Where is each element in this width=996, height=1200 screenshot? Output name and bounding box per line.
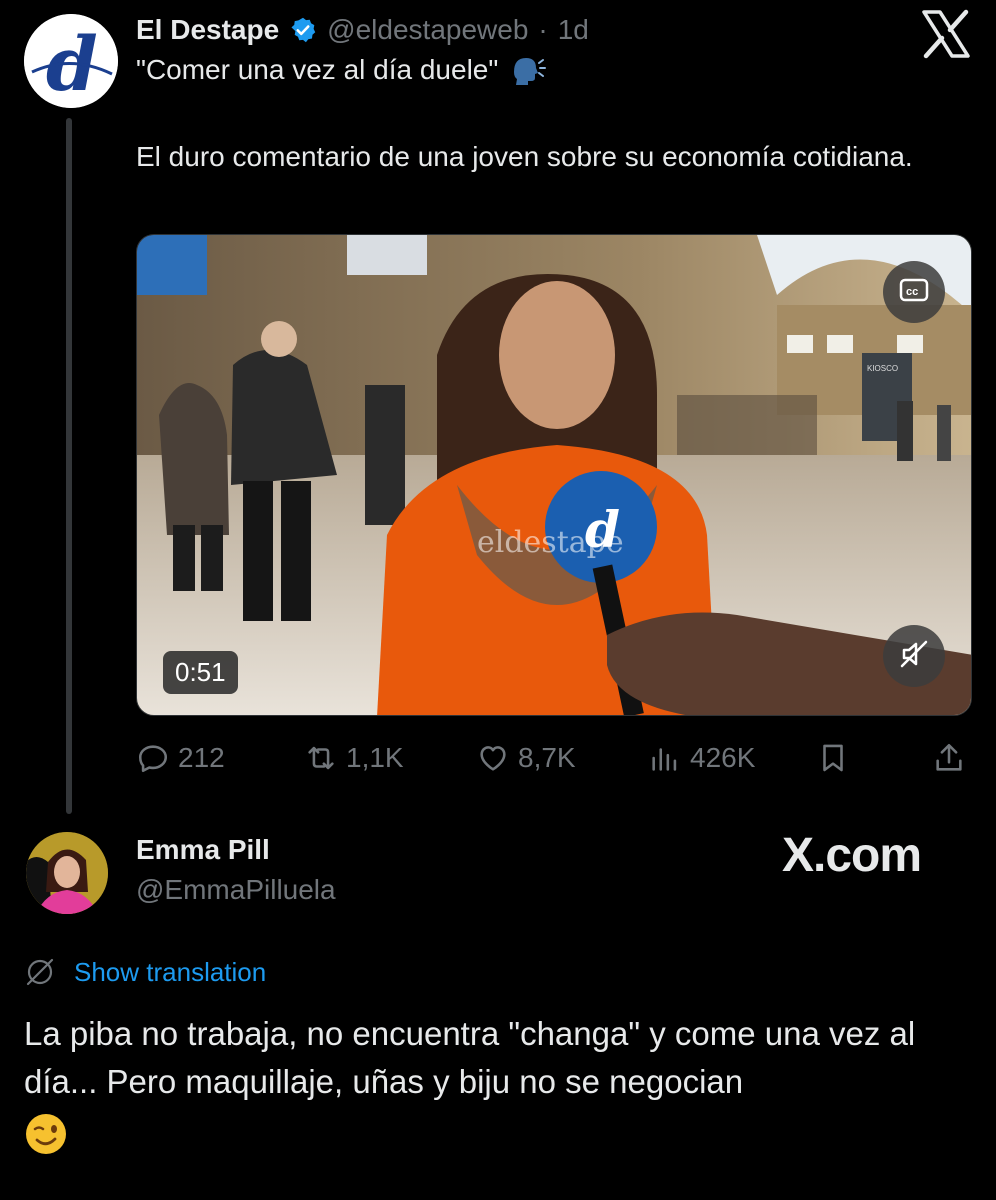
- reply-text: La piba no trabaja, no encuentra "changa…: [24, 1015, 916, 1100]
- tweet-actions: 212 1,1K 8,7K 426K: [136, 736, 972, 780]
- repost-icon: [308, 746, 334, 770]
- dot-separator: ·: [538, 14, 548, 45]
- bookmark-icon: [823, 744, 843, 772]
- tweet-quote: "Comer una vez al día duele": [136, 54, 499, 85]
- share-button[interactable]: [932, 736, 966, 780]
- closed-captions-button[interactable]: cc: [883, 261, 945, 323]
- x-logo-icon: [920, 8, 972, 60]
- repost-count: 1,1K: [346, 742, 404, 773]
- reply-icon: [138, 745, 168, 773]
- reply-author-handle[interactable]: @EmmaPilluela: [136, 874, 336, 906]
- translate-icon: [26, 958, 54, 986]
- video-frame: KIOSCO d: [137, 235, 971, 715]
- video-watermark: eldestape: [477, 525, 624, 560]
- verified-badge-icon: [289, 16, 317, 44]
- winking-face-icon: [24, 1112, 68, 1156]
- tweet-header: El Destape @eldestapeweb · 1d: [136, 10, 589, 50]
- thread-line: [66, 118, 72, 814]
- show-translation-label[interactable]: Show translation: [74, 957, 266, 988]
- video-player[interactable]: KIOSCO d eldestape cc 0:51: [136, 234, 972, 716]
- video-duration: 0:51: [163, 651, 238, 694]
- svg-text:cc: cc: [906, 286, 918, 298]
- tweet-text-line1: "Comer una vez al día duele": [136, 52, 547, 88]
- emma-pill-avatar[interactable]: [26, 832, 108, 914]
- xcom-watermark: X.com: [782, 829, 922, 882]
- author-name[interactable]: El Destape: [136, 14, 279, 46]
- tweet-body: El duro comentario de una joven sobre su…: [136, 141, 913, 172]
- views-count: 426K: [690, 742, 756, 773]
- el-destape-avatar[interactable]: d: [24, 14, 118, 108]
- views-icon: [652, 748, 677, 771]
- like-icon: [480, 746, 506, 771]
- reply-author-name[interactable]: Emma Pill: [136, 834, 270, 866]
- author-handle[interactable]: @eldestapeweb: [327, 14, 528, 46]
- closed-captions-icon: cc: [899, 278, 929, 307]
- share-icon: [936, 743, 962, 771]
- repost-button[interactable]: 1,1K: [304, 736, 404, 780]
- show-translation[interactable]: Show translation: [24, 956, 266, 988]
- reply-button[interactable]: 212: [136, 736, 225, 780]
- speaking-head-icon: [510, 52, 547, 88]
- kiosk-sign: KIOSCO: [867, 364, 898, 373]
- views-button[interactable]: 426K: [648, 736, 755, 780]
- tweet-time[interactable]: 1d: [558, 14, 589, 46]
- like-count: 8,7K: [518, 742, 576, 773]
- reply-count: 212: [178, 742, 225, 773]
- mute-button[interactable]: [883, 625, 945, 687]
- bookmark-button[interactable]: [816, 736, 850, 780]
- mute-icon: [899, 639, 929, 674]
- like-button[interactable]: 8,7K: [476, 736, 576, 780]
- reply-body: La piba no trabaja, no encuentra "changa…: [24, 1010, 974, 1156]
